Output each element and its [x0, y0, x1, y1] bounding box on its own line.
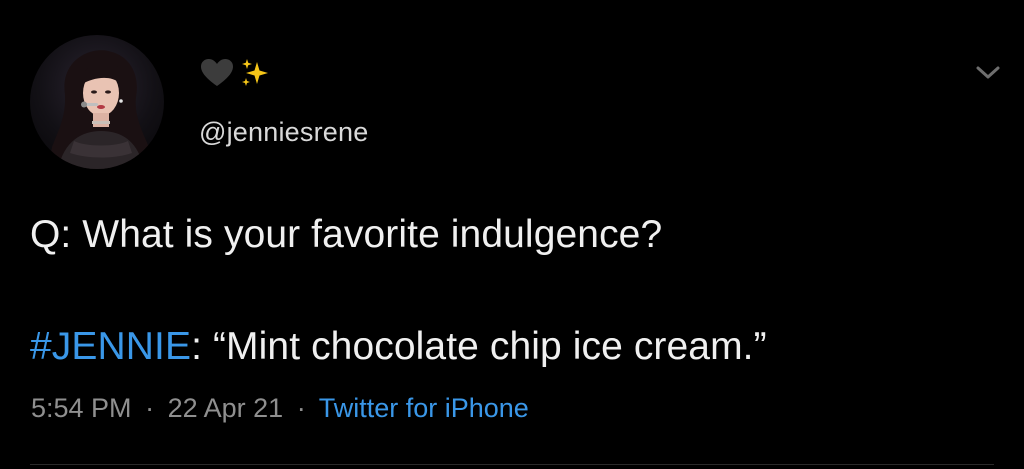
black-heart-icon — [201, 59, 233, 86]
tweet-date[interactable]: 22 Apr 21 — [168, 393, 284, 423]
avatar[interactable] — [30, 35, 164, 169]
tweet-card: @jenniesrene Q: What is your favorite in… — [0, 0, 1024, 469]
tweet-time[interactable]: 5:54 PM — [31, 393, 132, 423]
avatar-image — [48, 50, 148, 169]
chevron-down-icon[interactable] — [968, 55, 1008, 91]
answer-text: : “Mint chocolate chip ice cream.” — [191, 325, 767, 368]
divider — [30, 464, 994, 465]
display-name[interactable] — [200, 58, 270, 88]
tweet-meta: 5:54 PM · 22 Apr 21 · Twitter for iPhone — [31, 393, 529, 424]
tweet-question: Q: What is your favorite indulgence? — [30, 213, 663, 256]
meta-separator: · — [296, 393, 306, 423]
hashtag-link[interactable]: #JENNIE — [30, 325, 191, 368]
meta-separator: · — [145, 393, 155, 423]
tweet-answer: #JENNIE: “Mint chocolate chip ice cream.… — [30, 325, 767, 369]
sparkles-icon — [242, 59, 268, 86]
user-handle[interactable]: @jenniesrene — [199, 117, 368, 148]
tweet-source[interactable]: Twitter for iPhone — [319, 393, 529, 423]
